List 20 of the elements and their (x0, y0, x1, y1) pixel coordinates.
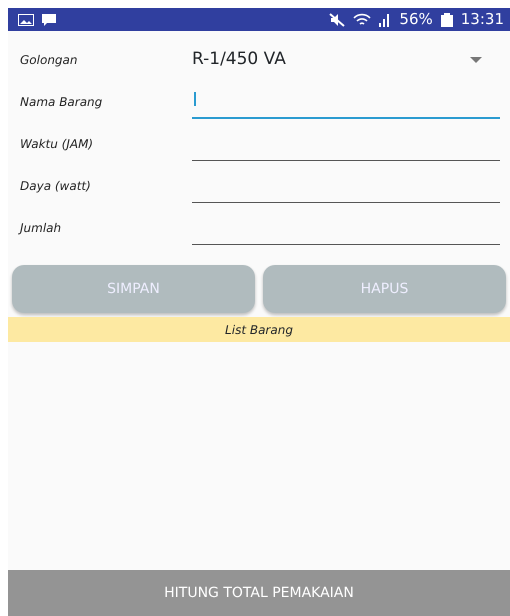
field-label: Golongan (20, 52, 78, 69)
field-label: Jumlah (20, 220, 62, 237)
battery-percent: 56% (399, 9, 433, 30)
action-button[interactable]: HAPUS (263, 265, 506, 313)
field-label: Nama Barang (20, 94, 104, 111)
mute-icon (329, 12, 346, 26)
message-icon (42, 14, 56, 26)
action-button[interactable]: SIMPAN (12, 265, 255, 313)
dropdown[interactable]: R-1/450 VA (192, 47, 500, 73)
dropdown-arrow-icon (470, 57, 482, 63)
picture-icon (18, 14, 34, 26)
list-header: List Barang (8, 317, 510, 342)
signal-icon (379, 12, 392, 26)
field-label: Waktu (JAM) (20, 136, 94, 153)
wifi-icon (353, 12, 372, 26)
input-field[interactable] (192, 89, 500, 119)
calculate-button[interactable]: HITUNG TOTAL PEMAKAIAN (8, 570, 510, 616)
battery-icon (440, 12, 453, 26)
clock: 13:31 (460, 9, 504, 30)
field-label: Daya (watt) (20, 178, 92, 195)
